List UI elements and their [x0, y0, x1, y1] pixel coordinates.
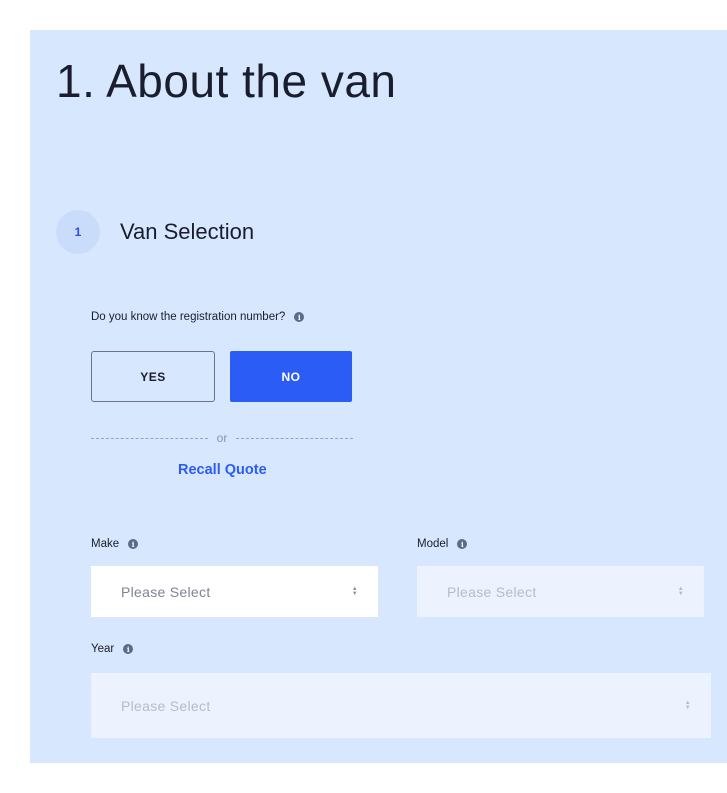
step-number-badge: 1	[56, 210, 100, 254]
registration-question-label: Do you know the registration number? i	[91, 311, 305, 323]
info-icon[interactable]: i	[457, 539, 468, 549]
divider-or-text: or	[216, 431, 228, 445]
registration-question-text: Do you know the registration number?	[91, 311, 286, 323]
year-select[interactable]: Please Select ▲ ▼	[91, 673, 711, 738]
chevron-up-down-icon: ▲ ▼	[677, 585, 684, 597]
info-icon[interactable]: i	[128, 539, 139, 549]
info-icon[interactable]: i	[294, 312, 305, 322]
make-select[interactable]: Please Select ▲ ▼	[91, 566, 378, 617]
page-title: 1. About the van	[56, 55, 397, 107]
model-label: Model i	[417, 538, 468, 550]
year-label: Year i	[91, 643, 134, 655]
chevron-up-down-icon: ▲ ▼	[684, 699, 691, 711]
chevron-up-down-icon: ▲ ▼	[351, 585, 358, 597]
info-icon[interactable]: i	[123, 644, 134, 654]
year-select-placeholder: Please Select	[121, 697, 211, 714]
make-label-text: Make	[91, 538, 120, 550]
recall-quote-link[interactable]: Recall Quote	[178, 462, 267, 478]
model-label-text: Model	[417, 538, 449, 550]
step-title: Van Selection	[120, 219, 255, 244]
make-select-placeholder: Please Select	[121, 583, 211, 600]
model-select[interactable]: Please Select ▲ ▼	[417, 566, 704, 617]
yes-button[interactable]: YES	[91, 351, 215, 402]
year-label-text: Year	[91, 643, 115, 655]
form-panel: 1. About the van 1 Van Selection Do you …	[30, 30, 727, 763]
divider-line-right	[236, 437, 354, 439]
make-label: Make i	[91, 538, 139, 550]
model-select-placeholder: Please Select	[447, 583, 537, 600]
divider-line-left	[91, 437, 208, 439]
no-button[interactable]: NO	[230, 351, 352, 402]
or-divider: or	[91, 431, 354, 445]
